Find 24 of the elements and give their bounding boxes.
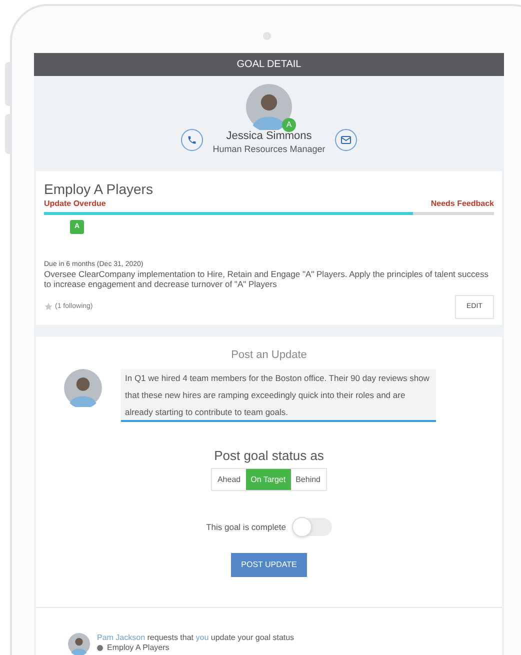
goal-title: Employ A Players	[44, 180, 154, 198]
goal-name: Employ A Players	[107, 643, 170, 652]
complete-label: This goal is complete	[206, 520, 286, 534]
notification-text: Pam Jackson requests that you update your goal status	[97, 633, 294, 643]
profile-role: Human Resources Manager	[212, 142, 326, 155]
grade-badge: A	[282, 118, 296, 132]
avatar-silhouette	[68, 633, 90, 655]
star-icon[interactable]	[44, 302, 53, 312]
status-label: Post goal status as	[214, 446, 324, 465]
profile-name: Jessica Simmons	[226, 130, 312, 143]
avatar-silhouette	[246, 84, 292, 130]
phone-button[interactable]	[180, 129, 203, 152]
envelope-icon	[341, 136, 352, 144]
update-status: Update Overdue	[44, 198, 106, 210]
phone-icon	[186, 135, 197, 146]
header-title: GOAL DETAIL	[236, 58, 302, 72]
goal-description: Oversee ClearCompany implementation to Hire, Retain and Engage "A" Players. Apply the principles of talent success to increase engagement and decrease turnover of "A" Players	[44, 268, 490, 289]
feedback-status: Needs Feedback	[430, 198, 494, 210]
post-update-button[interactable]: POST UPDATE	[231, 553, 307, 577]
section-title: Post an Update	[231, 348, 307, 363]
update-textarea[interactable]: In Q1 we hired 4 team members for the Boston office. Their 90 day reviews show that these new hires are ramping exceedingly quick into their roles and are already starting to contribute to team goals.	[121, 368, 436, 422]
avatar-silhouette	[64, 368, 102, 406]
email-button[interactable]	[335, 129, 358, 152]
complete-toggle[interactable]	[292, 518, 332, 536]
